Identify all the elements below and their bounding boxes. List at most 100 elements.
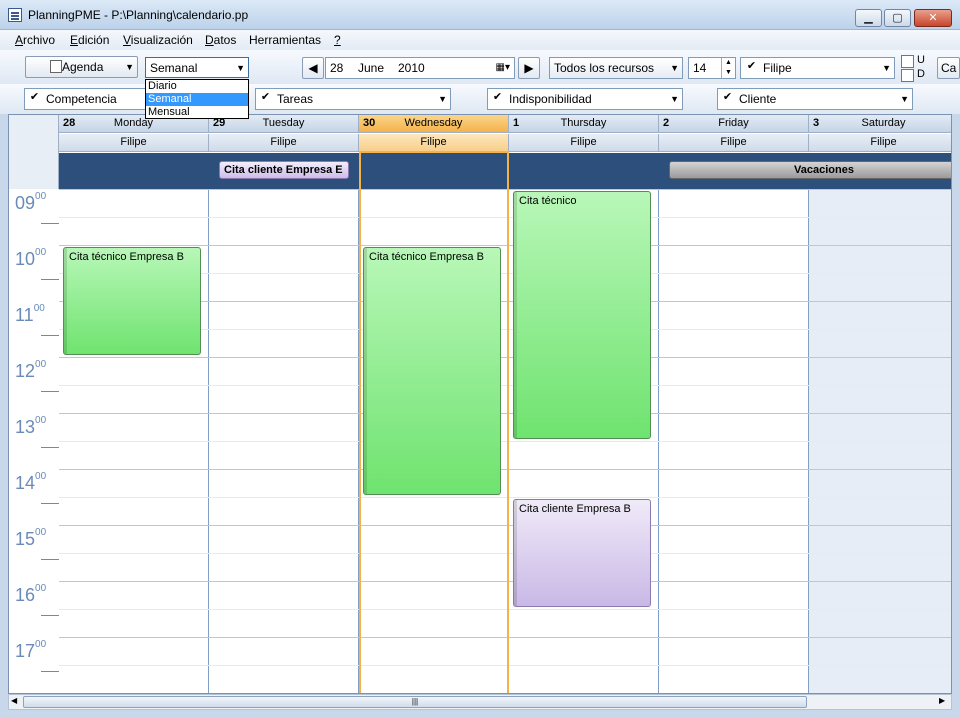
window-title: PlanningPME - P:\Planning\calendario.pp [28, 8, 249, 22]
minute-value: 00 [35, 639, 47, 650]
view-mode-dropdown: Diario Semanal Mensual [145, 79, 249, 119]
spin-arrows-icon[interactable]: ▲ ▼ [721, 58, 735, 78]
horizontal-scrollbar[interactable]: ◀ ||| ▶ [8, 694, 952, 710]
hour-label: 1700 [15, 639, 59, 672]
close-button[interactable]: ✕ [914, 9, 952, 27]
allday-event[interactable]: Cita cliente Empresa E [219, 161, 349, 179]
day-name: Saturday [861, 117, 906, 129]
event-block[interactable]: Cita cliente Empresa B [513, 499, 651, 607]
hour-line [59, 581, 951, 582]
menu-archivo[interactable]: Archivo [15, 33, 55, 47]
resource-header-3[interactable]: Filipe [509, 134, 659, 152]
minute-value: 00 [35, 583, 47, 594]
chevron-down-icon: ▼ [882, 63, 891, 73]
menu-help[interactable]: ? [334, 33, 341, 47]
hour-value: 13 [15, 417, 36, 437]
date-day[interactable]: 28 [330, 58, 343, 78]
title-bar: PlanningPME - P:\Planning\calendario.pp … [0, 0, 960, 30]
person-select[interactable]: ✔ Filipe ▼ [740, 57, 895, 79]
hour-label: 1300 [15, 415, 59, 448]
half-hour-line [59, 441, 951, 442]
filter-competencia-checkbox[interactable]: ✔ [28, 92, 41, 105]
hour-value: 15 [15, 529, 36, 549]
scroll-left-icon[interactable]: ◀ [11, 696, 17, 705]
toolbar-main: Agenda ▼ Semanal ▼ ◀ 28 June 2010 ▦▾ ▶ T… [0, 50, 960, 84]
chevron-down-icon: ▼ [900, 94, 909, 104]
resource-header-1[interactable]: Filipe [209, 134, 359, 152]
person-value: Filipe [763, 61, 792, 75]
filter-indisponibilidad-checkbox[interactable]: ✔ [491, 92, 504, 105]
menu-datos[interactable]: Datos [205, 33, 236, 47]
filter-indisponibilidad[interactable]: ✔ Indisponibilidad ▼ [487, 88, 683, 110]
menu-herramientas[interactable]: Herramientas [249, 33, 321, 47]
filter-tareas-label: Tareas [277, 92, 314, 106]
option-diario[interactable]: Diario [146, 80, 248, 93]
calendar-grid: Cita cliente Empresa E Vacaciones 28 Monda… [8, 114, 952, 694]
hour-line [59, 525, 951, 526]
half-hour-line [59, 553, 951, 554]
scroll-right-icon[interactable]: ▶ [939, 696, 945, 705]
menu-visualizacion[interactable]: Visualización [123, 33, 193, 47]
option-semanal[interactable]: Semanal [146, 93, 248, 106]
scroll-thumb[interactable]: ||| [23, 696, 807, 708]
day-header-5[interactable]: 3 Saturday [809, 115, 951, 133]
chevron-down-icon: ▼ [236, 63, 245, 73]
view-mode-select[interactable]: Semanal ▼ [145, 57, 249, 78]
menu-bar: Archivo Edición Visualización Datos Herr… [0, 30, 960, 50]
minute-value: 00 [35, 359, 47, 370]
hour-label: 0900 [15, 191, 59, 224]
count-stepper[interactable]: 14 ▲ ▼ [688, 57, 736, 79]
maximize-button[interactable]: ▢ [884, 9, 911, 27]
chevron-left-icon: ◀ [308, 61, 318, 75]
agenda-label: Agenda [62, 60, 104, 74]
filter-cliente-checkbox[interactable]: ✔ [721, 92, 734, 105]
hour-line [59, 469, 951, 470]
u-checkbox[interactable] [901, 55, 914, 68]
calendar-dropdown-icon[interactable]: ▦▾ [496, 58, 510, 78]
half-hour-line [59, 609, 951, 610]
minute-value: 00 [35, 415, 47, 426]
resources-select[interactable]: Todos los recursos ▼ [549, 57, 683, 79]
hour-value: 11 [15, 305, 34, 325]
hour-line [59, 357, 951, 358]
resource-header-5[interactable]: Filipe [809, 134, 951, 152]
event-block[interactable]: Cita técnico [513, 191, 651, 439]
date-month[interactable]: June [358, 58, 384, 78]
menu-edicion[interactable]: Edición [70, 33, 109, 47]
filter-tareas[interactable]: ✔ Tareas ▼ [255, 88, 451, 110]
date-picker[interactable]: 28 June 2010 ▦▾ [325, 57, 515, 79]
chevron-right-icon: ▶ [524, 61, 534, 75]
filter-indisponibilidad-label: Indisponibilidad [509, 92, 592, 106]
filter-competencia[interactable]: ✔ Competencia [24, 88, 146, 110]
filter-cliente-label: Cliente [739, 92, 777, 106]
resource-header-0[interactable]: Filipe [59, 134, 209, 152]
day-header-4[interactable]: 2 Friday [659, 115, 809, 133]
day-header-2[interactable]: 30 Wednesday [359, 115, 509, 133]
cut-off-button[interactable]: Ca [937, 57, 960, 79]
prev-date-button[interactable]: ◀ [302, 57, 324, 79]
resource-header-2[interactable]: Filipe [359, 134, 509, 152]
hour-value: 09 [15, 193, 36, 213]
toolbar-filters: ✔ Competencia ✔ Tareas ▼ ✔ Indisponibili… [0, 84, 960, 114]
event-block[interactable]: Cita técnico Empresa B [63, 247, 201, 355]
hour-label: 1100 [15, 303, 59, 336]
hour-value: 12 [15, 361, 36, 381]
allday-event[interactable]: Vacaciones [669, 161, 951, 179]
chevron-down-icon: ▼ [670, 94, 679, 104]
resource-header-4[interactable]: Filipe [659, 134, 809, 152]
option-mensual[interactable]: Mensual [146, 106, 248, 119]
filter-cliente[interactable]: ✔ Cliente ▼ [717, 88, 913, 110]
event-block[interactable]: Cita técnico Empresa B [363, 247, 501, 495]
date-year[interactable]: 2010 [398, 58, 425, 78]
agenda-button[interactable]: Agenda ▼ [25, 56, 138, 78]
next-date-button[interactable]: ▶ [518, 57, 540, 79]
d-checkbox[interactable] [901, 69, 914, 82]
minimize-button[interactable]: ▁ [855, 9, 882, 27]
chevron-down-icon: ▼ [670, 63, 679, 73]
hour-value: 10 [15, 249, 36, 269]
chevron-down-icon: ▼ [125, 62, 134, 72]
filter-tareas-checkbox[interactable]: ✔ [259, 92, 272, 105]
person-checkbox[interactable]: ✔ [745, 61, 758, 74]
hour-value: 16 [15, 585, 36, 605]
day-header-3[interactable]: 1 Thursday [509, 115, 659, 133]
